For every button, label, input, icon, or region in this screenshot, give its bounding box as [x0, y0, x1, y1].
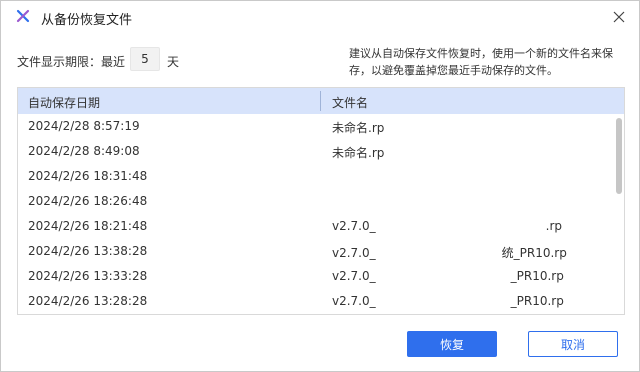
table-row[interactable]: 2024/2/28 8:57:19 未命名.rp	[18, 114, 624, 139]
autosave-date-cell: 2024/2/26 18:31:48	[28, 169, 148, 183]
axure-x-icon	[15, 8, 31, 24]
autosave-date-cell: 2024/2/28 8:49:08	[28, 144, 140, 158]
filename-cell: 未命名.rp	[332, 146, 385, 160]
filename-cell: 未命名.rp	[332, 121, 385, 135]
table-header: 自动保存日期 文件名	[18, 88, 624, 114]
column-header-date[interactable]: 自动保存日期	[28, 94, 100, 111]
title-bar: 从备份恢复文件	[1, 1, 639, 33]
filename-suffix: _PR10.rp	[510, 294, 564, 308]
restore-hint-text: 建议从自动保存文件恢复时，使用一个新的文件名来保存，以避免覆盖掉您最近手动保存的…	[349, 47, 613, 77]
filename-prefix: v2.7.0_	[332, 219, 376, 233]
filename-cell: v2.7.0_ _PR10.rp	[332, 269, 564, 283]
filename-suffix: 统_PR10.rp	[501, 246, 567, 260]
filename-cell: v2.7.0_ 统_PR10.rp	[332, 244, 567, 261]
display-period-unit: 天	[167, 55, 180, 69]
table-row[interactable]: 2024/2/26 13:38:28 v2.7.0_ 统_PR10.rp	[18, 239, 624, 264]
column-divider[interactable]	[320, 91, 321, 111]
restore-from-backup-dialog: 从备份恢复文件 文件显示期限：最近 天 建议从自动保存文件恢复时，使用一个新的文…	[0, 0, 640, 372]
autosave-date-cell: 2024/2/26 13:33:28	[28, 269, 148, 283]
table-body: 2024/2/28 8:57:19 未命名.rp 2024/2/28 8:49:…	[18, 114, 624, 314]
display-period-input[interactable]	[130, 47, 160, 71]
autosave-date-cell: 2024/2/26 13:38:28	[28, 244, 148, 258]
autosave-date-cell: 2024/2/26 18:26:48	[28, 194, 148, 208]
table-row[interactable]: 2024/2/26 18:21:48 v2.7.0_ .rp	[18, 214, 624, 239]
filename-suffix: .rp	[545, 219, 563, 233]
filename-prefix: v2.7.0_	[332, 246, 376, 260]
filename-prefix: v2.7.0_	[332, 269, 376, 283]
close-icon	[613, 11, 625, 23]
autosave-table: 自动保存日期 文件名 2024/2/28 8:57:19 未命名.rp 2024…	[17, 87, 625, 315]
restore-button[interactable]: 恢复	[407, 331, 497, 357]
display-period-label: 文件显示期限：最近	[17, 55, 126, 69]
dialog-title: 从备份恢复文件	[41, 13, 133, 28]
table-row[interactable]: 2024/2/26 18:31:48	[18, 164, 624, 189]
table-row[interactable]: 2024/2/26 13:28:28 v2.7.0_ _PR10.rp	[18, 289, 624, 314]
vertical-scrollbar[interactable]	[616, 118, 622, 194]
cancel-button[interactable]: 取消	[528, 331, 618, 357]
table-row[interactable]: 2024/2/26 13:33:28 v2.7.0_ _PR10.rp	[18, 264, 624, 289]
column-header-filename[interactable]: 文件名	[332, 94, 368, 111]
close-button[interactable]	[607, 5, 631, 29]
table-row[interactable]: 2024/2/26 18:26:48	[18, 189, 624, 214]
filename-suffix: _PR10.rp	[510, 269, 564, 283]
autosave-date-cell: 2024/2/26 13:28:28	[28, 294, 148, 308]
filename-cell: v2.7.0_ _PR10.rp	[332, 294, 564, 308]
autosave-date-cell: 2024/2/28 8:57:19	[28, 119, 140, 133]
filename-cell: v2.7.0_ .rp	[332, 219, 562, 233]
filename-prefix: v2.7.0_	[332, 294, 376, 308]
table-row[interactable]: 2024/2/28 8:49:08 未命名.rp	[18, 139, 624, 164]
autosave-date-cell: 2024/2/26 18:21:48	[28, 219, 148, 233]
